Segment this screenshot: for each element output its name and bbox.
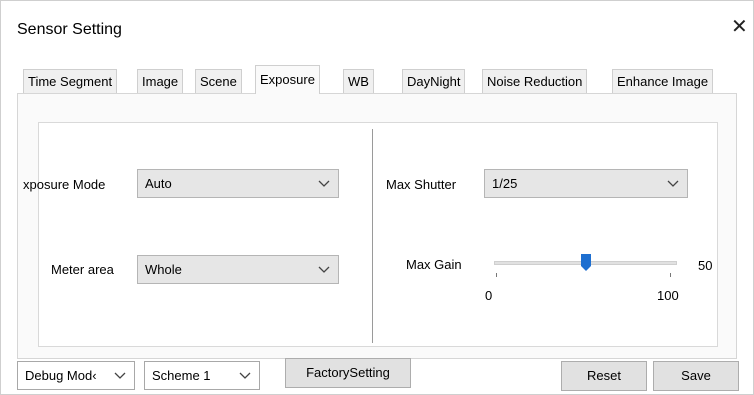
tab-time-segment[interactable]: Time Segment <box>23 69 118 94</box>
max-gain-max-label: 100 <box>657 288 679 303</box>
debug-mode-select[interactable]: Debug Mod‹ <box>17 361 135 390</box>
chevron-down-icon <box>239 362 251 389</box>
max-shutter-select[interactable]: 1/25 <box>484 169 688 198</box>
max-shutter-value: 1/25 <box>492 176 518 191</box>
window-title: Sensor Setting <box>17 21 122 38</box>
meter-area-select[interactable]: Whole <box>137 255 339 284</box>
scheme-value: Scheme 1 <box>152 368 211 383</box>
exposure-mode-label: xposure Mode <box>23 177 106 192</box>
exposure-settings-box <box>38 122 718 347</box>
exposure-mode-select[interactable]: Auto <box>137 169 339 198</box>
chevron-down-icon <box>318 170 330 197</box>
meter-area-label: Meter area <box>51 262 114 277</box>
debug-mode-value: Debug Mod‹ <box>25 368 97 383</box>
tab-daynight[interactable]: DayNight <box>402 69 466 94</box>
scheme-select[interactable]: Scheme 1 <box>144 361 260 390</box>
max-gain-slider-thumb[interactable] <box>580 254 591 272</box>
max-shutter-label: Max Shutter <box>386 177 457 192</box>
tab-scene[interactable]: Scene <box>195 69 242 94</box>
slider-tick-min <box>496 273 497 277</box>
max-gain-label: Max Gain <box>406 257 462 272</box>
chevron-down-icon <box>318 256 330 283</box>
chevron-down-icon <box>114 362 126 389</box>
sensor-setting-dialog: Sensor Setting ✕ Time Segment Image Scen… <box>0 0 754 395</box>
reset-button[interactable]: Reset <box>561 361 647 391</box>
factory-setting-button[interactable]: FactorySetting <box>285 358 411 388</box>
tab-image[interactable]: Image <box>137 69 184 94</box>
save-button[interactable]: Save <box>653 361 739 391</box>
close-icon[interactable]: ✕ <box>731 17 748 37</box>
tab-enhance-image[interactable]: Enhance Image <box>612 69 714 94</box>
exposure-mode-value: Auto <box>145 176 172 191</box>
tab-noise-reduction[interactable]: Noise Reduction <box>482 69 588 94</box>
chevron-down-icon <box>667 170 679 197</box>
tab-wb[interactable]: WB <box>343 69 374 94</box>
max-gain-value: 50 <box>698 258 713 273</box>
max-gain-min-label: 0 <box>485 288 493 303</box>
tab-exposure[interactable]: Exposure <box>255 65 320 94</box>
meter-area-value: Whole <box>145 262 182 277</box>
column-divider <box>372 129 373 343</box>
slider-tick-max <box>670 273 671 277</box>
